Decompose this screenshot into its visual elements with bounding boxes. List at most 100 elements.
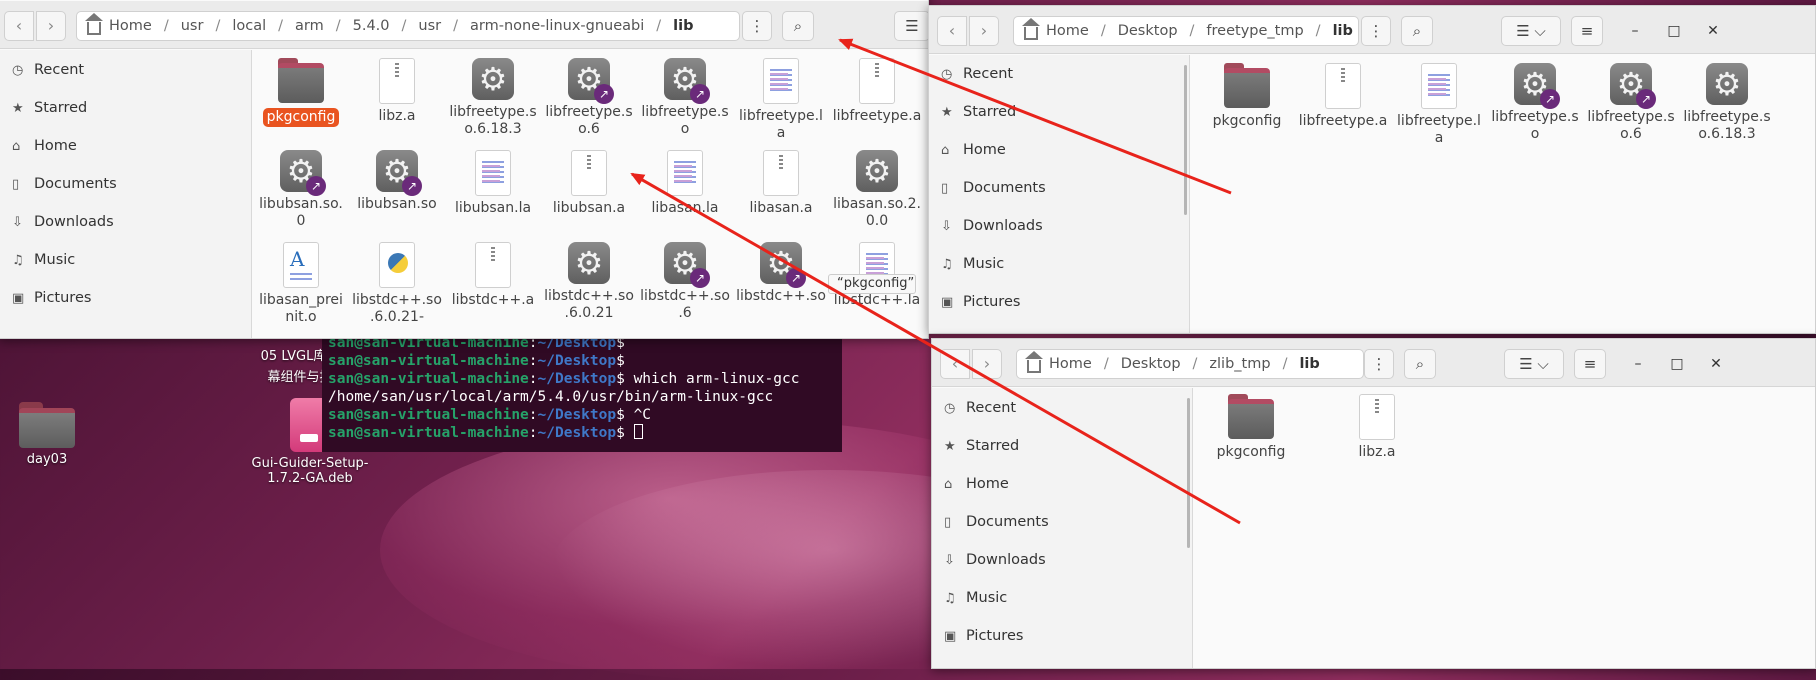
sidebar-item-recent[interactable]: ◷ Recent — [932, 392, 1192, 424]
file-item[interactable]: libstdc++.so.6.0.21 — [544, 242, 634, 322]
sidebar-scrollbar[interactable] — [1184, 65, 1187, 215]
view-options-button[interactable]: ☰ ⌵ — [1501, 16, 1561, 46]
file-item[interactable]: libasan.so.2.0.0 — [832, 150, 922, 230]
sidebar-item-documents[interactable]: ▯ Documents — [0, 168, 251, 200]
breadcrumb-item[interactable]: Home — [1046, 23, 1089, 39]
minimize-button[interactable]: – — [1629, 355, 1647, 373]
forward-button[interactable]: › — [972, 349, 1002, 379]
sidebar-item-recent[interactable]: ◷ Recent — [0, 54, 251, 86]
sidebar-item-home[interactable]: ⌂ Home — [932, 468, 1192, 500]
breadcrumb-item[interactable]: usr — [418, 18, 441, 34]
sidebar-scrollbar[interactable] — [1187, 398, 1190, 548]
terminal-prompt[interactable]: san@san-virtual-machine:~/Desktop$ — [328, 424, 836, 442]
sidebar-item-documents[interactable]: ▯ Documents — [932, 506, 1192, 538]
sidebar-item-music[interactable]: ♫ Music — [0, 244, 251, 276]
sidebar-item-starred[interactable]: ★ Starred — [0, 92, 251, 124]
sidebar-item-music[interactable]: ♫ Music — [929, 248, 1189, 280]
path-menu-button[interactable]: ⋮ — [1364, 349, 1394, 379]
file-item[interactable]: pkgconfig — [1206, 394, 1296, 461]
breadcrumb-current[interactable]: lib — [673, 18, 693, 34]
file-name: pkgconfig — [1212, 113, 1282, 129]
file-item[interactable]: ↗libfreetype.so.6 — [1586, 63, 1676, 143]
file-item[interactable]: libubsan.la — [448, 150, 538, 217]
file-manager-window-freetype-lib[interactable]: ‹ › Home / Desktop / freetype_tmp / lib ⋮ ⌕… — [928, 5, 1816, 334]
search-button[interactable]: ⌕ — [1401, 16, 1433, 46]
minimize-button[interactable]: – — [1626, 22, 1644, 40]
breadcrumb-item[interactable]: usr — [181, 18, 204, 34]
back-button[interactable]: ‹ — [937, 16, 967, 46]
sidebar-item-recent[interactable]: ◷ Recent — [929, 58, 1189, 90]
sidebar-item-downloads[interactable]: ⇩ Downloads — [932, 544, 1192, 576]
file-item[interactable]: libfreetype.a — [832, 58, 922, 125]
back-button[interactable]: ‹ — [940, 349, 970, 379]
file-item[interactable]: ↗libstdc++.so — [736, 242, 826, 305]
terminal-window[interactable]: san@san-virtual-machine:~/Desktop$ san@s… — [322, 322, 842, 452]
view-options-button[interactable]: ☰ ⌵ — [1504, 349, 1564, 379]
breadcrumb[interactable]: Home / Desktop / zlib_tmp / lib — [1016, 349, 1364, 379]
file-item[interactable]: ↗libfreetype.so — [640, 58, 730, 138]
file-item[interactable]: libfreetype.la — [1394, 63, 1484, 147]
breadcrumb-item[interactable]: freetype_tmp — [1206, 23, 1303, 39]
file-item[interactable]: ↗libfreetype.so — [1490, 63, 1580, 143]
breadcrumb[interactable]: Home / usr / local / arm/ 5.4.0/ usr / arm-n… — [76, 11, 740, 41]
path-menu-button[interactable]: ⋮ — [742, 11, 772, 41]
breadcrumb-item[interactable]: zlib_tmp — [1209, 356, 1270, 372]
file-item[interactable]: libfreetype.la — [736, 58, 826, 142]
main-menu-button[interactable]: ≡ — [1571, 16, 1603, 46]
sidebar-item-starred[interactable]: ★ Starred — [929, 96, 1189, 128]
file-item[interactable]: libfreetype.so.6.18.3 — [448, 58, 538, 138]
breadcrumb-item[interactable]: Desktop — [1118, 23, 1178, 39]
search-button[interactable]: ⌕ — [1404, 349, 1436, 379]
file-item[interactable]: pkgconfig — [256, 58, 346, 127]
sidebar-item-downloads[interactable]: ⇩ Downloads — [0, 206, 251, 238]
breadcrumb-item[interactable]: Home — [1049, 356, 1092, 372]
sidebar-item-pictures[interactable]: ▣ Pictures — [929, 286, 1189, 318]
file-item[interactable]: libstdc++.a — [448, 242, 538, 309]
forward-button[interactable]: › — [36, 11, 66, 41]
sidebar-item-documents[interactable]: ▯ Documents — [929, 172, 1189, 204]
sidebar-item-music[interactable]: ♫ Music — [932, 582, 1192, 614]
file-manager-window-arm-lib[interactable]: ‹ › Home / usr / local / arm/ 5.4.0/ usr / a… — [0, 0, 929, 339]
breadcrumb-item[interactable]: Home — [109, 18, 152, 34]
file-item[interactable]: libstdc++.so.6.0.21- — [352, 242, 442, 326]
file-item[interactable]: libz.a — [352, 58, 442, 125]
file-item[interactable]: Alibasan_preinit.o — [256, 242, 346, 326]
sidebar-item-home[interactable]: ⌂ Home — [929, 134, 1189, 166]
sidebar-item-downloads[interactable]: ⇩ Downloads — [929, 210, 1189, 242]
view-toggle-button[interactable]: ☰ — [894, 11, 928, 41]
breadcrumb-current[interactable]: lib — [1333, 23, 1353, 39]
breadcrumb[interactable]: Home / Desktop / freetype_tmp / lib — [1013, 16, 1359, 46]
file-item[interactable]: ↗libfreetype.so.6 — [544, 58, 634, 138]
file-item[interactable]: libz.a — [1332, 394, 1422, 461]
path-menu-button[interactable]: ⋮ — [1361, 16, 1391, 46]
breadcrumb-item[interactable]: Desktop — [1121, 356, 1181, 372]
close-button[interactable]: ✕ — [1707, 355, 1725, 373]
sidebar-item-pictures[interactable]: ▣ Pictures — [932, 620, 1192, 652]
maximize-button[interactable]: □ — [1668, 355, 1686, 373]
file-item[interactable]: libasan.la — [640, 150, 730, 217]
breadcrumb-item[interactable]: local — [232, 18, 266, 34]
file-item[interactable]: libasan.a — [736, 150, 826, 217]
back-button[interactable]: ‹ — [4, 11, 34, 41]
close-button[interactable]: ✕ — [1704, 22, 1722, 40]
forward-button[interactable]: › — [969, 16, 999, 46]
file-item[interactable]: libubsan.a — [544, 150, 634, 217]
file-item[interactable]: libfreetype.a — [1298, 63, 1388, 130]
file-item[interactable]: ↗libubsan.so.0 — [256, 150, 346, 230]
file-item[interactable]: ↗libstdc++.so.6 — [640, 242, 730, 322]
breadcrumb-item[interactable]: arm-none-linux-gnueabi — [470, 18, 644, 34]
file-manager-window-zlib-lib[interactable]: ‹ › Home / Desktop / zlib_tmp / lib ⋮ ⌕ ☰ ⌵… — [931, 338, 1816, 669]
breadcrumb-item[interactable]: 5.4.0 — [353, 18, 390, 34]
search-button[interactable]: ⌕ — [782, 11, 814, 41]
file-item[interactable]: libfreetype.so.6.18.3 — [1682, 63, 1772, 143]
file-item[interactable]: pkgconfig — [1202, 63, 1292, 130]
sidebar-item-home[interactable]: ⌂ Home — [0, 130, 251, 162]
file-item[interactable]: ↗libubsan.so — [352, 150, 442, 213]
breadcrumb-item[interactable]: arm — [295, 18, 324, 34]
maximize-button[interactable]: □ — [1665, 22, 1683, 40]
desktop-icon-day03[interactable]: day03 — [10, 402, 84, 467]
main-menu-button[interactable]: ≡ — [1574, 349, 1606, 379]
sidebar-item-starred[interactable]: ★ Starred — [932, 430, 1192, 462]
breadcrumb-current[interactable]: lib — [1299, 356, 1319, 372]
sidebar-item-pictures[interactable]: ▣ Pictures — [0, 282, 251, 314]
